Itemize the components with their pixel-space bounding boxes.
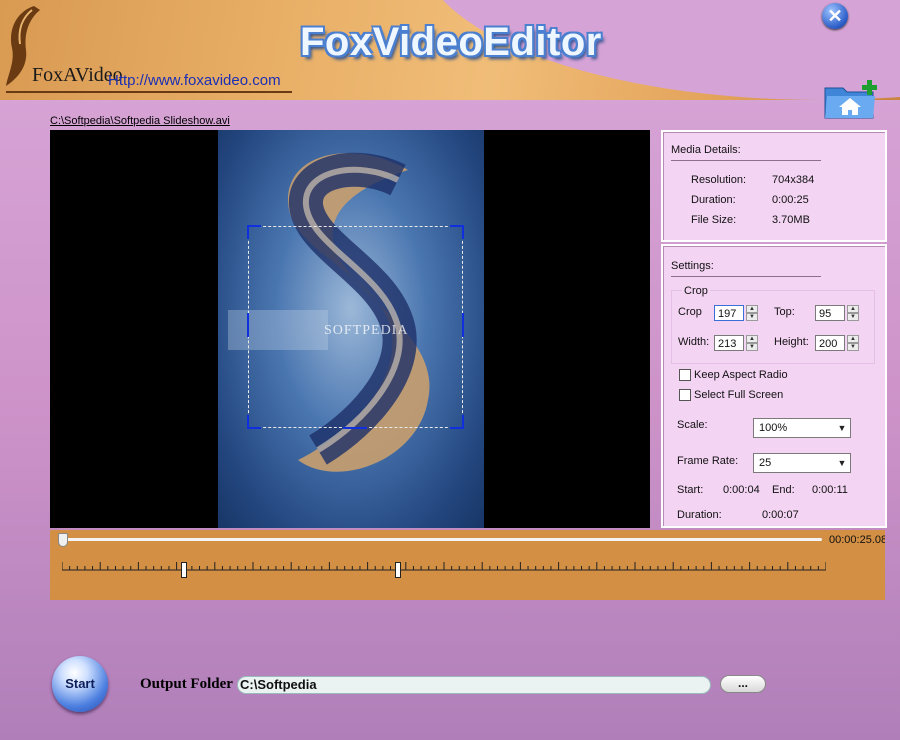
filesize-label: File Size: <box>691 214 737 226</box>
start-time-label: Start: <box>677 484 704 496</box>
seek-thumb[interactable] <box>58 533 68 547</box>
app-title: FoxVideoEditor <box>300 20 602 64</box>
crop-handle-left[interactable] <box>247 313 251 337</box>
keep-aspect-checkbox[interactable] <box>679 369 691 381</box>
resolution-value: 704x384 <box>772 174 815 186</box>
open-folder-icon[interactable] <box>823 78 881 120</box>
settings-panel: Settings: Crop Crop 197 ▲ ▼ Top: 95 ▲ ▼ … <box>661 244 887 528</box>
file-path-link[interactable]: C:\Softpedia\Softpedia Slideshow.avi <box>50 115 230 127</box>
stepper-down-icon[interactable]: ▼ <box>746 343 758 351</box>
crop-top-value[interactable]: 95 <box>815 305 845 321</box>
crop-left-label: Crop <box>678 306 702 318</box>
crop-height-stepper[interactable]: 200 ▲ ▼ <box>815 335 859 351</box>
settings-title: Settings: <box>671 260 714 272</box>
crop-width-value[interactable]: 213 <box>714 335 744 351</box>
frame-rate-label: Frame Rate: <box>677 455 739 467</box>
timeline-ruler[interactable] <box>62 558 826 578</box>
chevron-down-icon[interactable]: ▼ <box>836 456 848 470</box>
clip-duration-value: 0:00:07 <box>762 509 799 521</box>
frame-rate-select[interactable]: 25 ▼ <box>753 453 851 473</box>
output-folder-input[interactable]: C:\Softpedia <box>237 676 711 694</box>
crop-handle-tl[interactable] <box>247 225 261 239</box>
video-preview[interactable]: SOFTPEDIA <box>50 130 650 528</box>
stepper-down-icon[interactable]: ▼ <box>746 313 758 321</box>
full-screen-label[interactable]: Select Full Screen <box>694 389 783 401</box>
fox-video-editor-window: FoxAVideo Http://www.foxavideo.com FoxVi… <box>0 0 900 740</box>
total-time: 00:00:25.08 <box>829 534 885 546</box>
crop-top-stepper[interactable]: 95 ▲ ▼ <box>815 305 859 321</box>
scale-label: Scale: <box>677 419 708 431</box>
settings-rule <box>671 276 821 277</box>
clip-duration-label: Duration: <box>677 509 722 521</box>
media-details-title: Media Details: <box>671 144 741 156</box>
duration-value: 0:00:25 <box>772 194 809 206</box>
frame-rate-value: 25 <box>759 457 772 469</box>
crop-handle-tr[interactable] <box>450 225 464 239</box>
crop-width-stepper[interactable]: 213 ▲ ▼ <box>714 335 758 351</box>
filesize-value: 3.70MB <box>772 214 810 226</box>
end-time-value: 0:00:11 <box>812 484 848 496</box>
scale-value: 100% <box>759 422 788 434</box>
crop-handle-bl[interactable] <box>247 415 261 429</box>
website-link[interactable]: Http://www.foxavideo.com <box>108 72 281 89</box>
stepper-up-icon[interactable]: ▲ <box>746 335 758 343</box>
crop-top-label: Top: <box>774 306 795 318</box>
stepper-down-icon[interactable]: ▼ <box>847 343 859 351</box>
end-time-label: End: <box>772 484 795 496</box>
crop-handle-bottom[interactable] <box>343 425 367 429</box>
keep-aspect-label[interactable]: Keep Aspect Radio <box>694 369 788 381</box>
stepper-up-icon[interactable]: ▲ <box>746 305 758 313</box>
close-button[interactable]: ✕ <box>822 3 848 29</box>
duration-label: Duration: <box>691 194 736 206</box>
crop-width-label: Width: <box>678 336 710 348</box>
stepper-up-icon[interactable]: ▲ <box>847 305 859 313</box>
start-time-value: 0:00:04 <box>723 484 760 496</box>
crop-handle-br[interactable] <box>450 415 464 429</box>
crop-handle-right[interactable] <box>460 313 464 337</box>
output-folder-label: Output Folder <box>140 676 233 692</box>
timeline: 00:00:25.08 <box>50 530 885 600</box>
close-icon: ✕ <box>827 6 843 26</box>
logo-underline <box>6 91 292 93</box>
start-button[interactable]: Start <box>52 656 108 712</box>
crop-group-title: Crop <box>682 285 710 297</box>
scale-select[interactable]: 100% ▼ <box>753 418 851 438</box>
browse-button[interactable]: ... <box>720 675 766 693</box>
crop-left-value[interactable]: 197 <box>714 305 744 321</box>
crop-height-label: Height: <box>774 336 809 348</box>
media-details-panel: Media Details: Resolution: 704x384 Durat… <box>661 130 887 242</box>
crop-group: Crop Crop 197 ▲ ▼ Top: 95 ▲ ▼ Width: 213… <box>671 285 875 364</box>
chevron-down-icon[interactable]: ▼ <box>836 421 848 435</box>
crop-left-stepper[interactable]: 197 ▲ ▼ <box>714 305 758 321</box>
stepper-up-icon[interactable]: ▲ <box>847 335 859 343</box>
resolution-label: Resolution: <box>691 174 747 186</box>
selection-end-marker[interactable] <box>395 562 402 578</box>
stepper-down-icon[interactable]: ▼ <box>847 313 859 321</box>
selection-start-marker[interactable] <box>181 562 188 578</box>
crop-selection-box[interactable] <box>247 225 464 429</box>
seek-bar[interactable] <box>62 538 822 541</box>
full-screen-checkbox[interactable] <box>679 389 691 401</box>
crop-height-value[interactable]: 200 <box>815 335 845 351</box>
media-details-rule <box>671 160 821 161</box>
